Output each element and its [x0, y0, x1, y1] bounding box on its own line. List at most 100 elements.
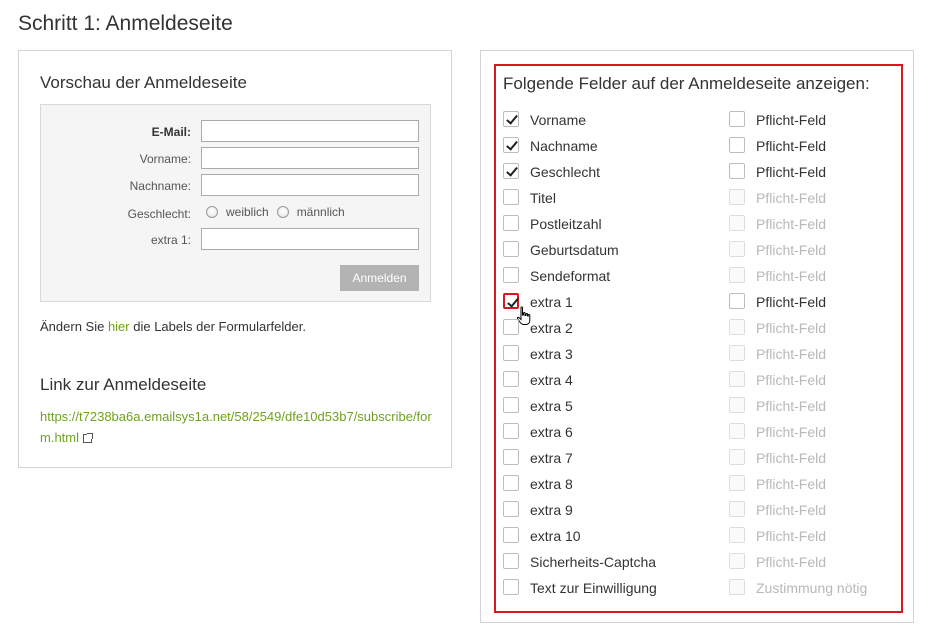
field-row-extra-2: extra 2 Pflicht-Feld [496, 318, 901, 338]
field-label-extra-1: extra 1 [530, 294, 573, 310]
field-label-extra-9: extra 9 [530, 502, 573, 518]
show-checkbox-titel[interactable] [503, 189, 519, 205]
email-label: E-Mail: [151, 125, 191, 139]
field-row-nachname: Nachname Pflicht-Feld [496, 136, 901, 156]
nachname-label: Nachname: [129, 179, 191, 193]
show-checkbox-extra-4[interactable] [503, 371, 519, 387]
show-checkbox-extra-8[interactable] [503, 475, 519, 491]
gender-radio-group: weiblich männlich [206, 205, 353, 219]
show-checkbox-text-zur-einwilligung[interactable] [503, 579, 519, 595]
show-checkbox-vorname[interactable] [503, 111, 519, 127]
nachname-field[interactable] [201, 174, 419, 196]
field-row-geschlecht: Geschlecht Pflicht-Feld [496, 162, 901, 182]
required-checkbox-text-zur-einwilligung [729, 579, 745, 595]
required-checkbox-extra-4 [729, 371, 745, 387]
required-checkbox-extra-2 [729, 319, 745, 335]
show-checkbox-geschlecht[interactable] [503, 163, 519, 179]
field-label-extra-5: extra 5 [530, 398, 573, 414]
show-checkbox-extra-6[interactable] [503, 423, 519, 439]
change-hint-before: Ändern Sie [40, 319, 108, 334]
required-checkbox-vorname[interactable] [729, 111, 745, 127]
fields-heading: Folgende Felder auf der Anmeldeseite anz… [503, 74, 870, 93]
required-label-extra-6: Pflicht-Feld [756, 424, 827, 440]
anmelden-button[interactable]: Anmelden [340, 265, 419, 291]
show-checkbox-extra-5[interactable] [503, 397, 519, 413]
field-label-extra-7: extra 7 [530, 450, 573, 466]
show-checkbox-postleitzahl[interactable] [503, 215, 519, 231]
required-label-extra-1: Pflicht-Feld [756, 294, 827, 310]
vorname-field[interactable] [201, 147, 419, 169]
required-label-extra-10: Pflicht-Feld [756, 528, 827, 544]
page-title: Schritt 1: Anmeldeseite [18, 12, 233, 35]
extra1-label: extra 1: [150, 233, 191, 247]
required-checkbox-postleitzahl [729, 215, 745, 231]
required-label-extra-3: Pflicht-Feld [756, 346, 827, 362]
field-label-extra-3: extra 3 [530, 346, 573, 362]
required-label-geschlecht: Pflicht-Feld [756, 164, 827, 180]
required-checkbox-sicherheits-captcha [729, 553, 745, 569]
required-checkbox-extra-1[interactable] [729, 293, 745, 309]
field-row-titel: Titel Pflicht-Feld [496, 188, 901, 208]
field-label-postleitzahl: Postleitzahl [530, 216, 602, 232]
required-label-geburtsdatum: Pflicht-Feld [756, 242, 827, 258]
field-label-geschlecht: Geschlecht [530, 164, 601, 180]
required-checkbox-geschlecht[interactable] [729, 163, 745, 179]
signup-url-link[interactable]: https://t7238ba6a.emailsys1a.net/58/2549… [40, 406, 435, 448]
field-label-vorname: Vorname [530, 112, 587, 128]
show-checkbox-extra-3[interactable] [503, 345, 519, 361]
fields-highlight-frame: Folgende Felder auf der Anmeldeseite anz… [494, 64, 903, 613]
preview-heading: Vorschau der Anmeldeseite [40, 73, 247, 92]
maennlich-radio[interactable] [276, 206, 289, 218]
field-label-geburtsdatum: Geburtsdatum [530, 242, 619, 258]
email-row: E-Mail: [41, 120, 430, 144]
show-checkbox-sendeformat[interactable] [503, 267, 519, 283]
field-row-extra-6: extra 6 Pflicht-Feld [496, 422, 901, 442]
field-row-extra-1: extra 1 Pflicht-Feld [496, 292, 901, 325]
geschlecht-row: Geschlecht: weiblich männlich [41, 202, 430, 226]
show-checkbox-sicherheits-captcha[interactable] [503, 553, 519, 569]
field-row-extra-5: extra 5 Pflicht-Feld [496, 396, 901, 416]
show-checkbox-nachname[interactable] [503, 137, 519, 153]
required-label-titel: Pflicht-Feld [756, 190, 827, 206]
show-checkbox-extra-9[interactable] [503, 501, 519, 517]
required-label-extra-8: Pflicht-Feld [756, 476, 827, 492]
field-row-extra-7: extra 7 Pflicht-Feld [496, 448, 901, 468]
show-checkbox-extra-7[interactable] [503, 449, 519, 465]
field-label-extra-8: extra 8 [530, 476, 573, 492]
extra1-field[interactable] [201, 228, 419, 250]
required-label-extra-9: Pflicht-Feld [756, 502, 827, 518]
field-row-extra-8: extra 8 Pflicht-Feld [496, 474, 901, 494]
change-labels-link[interactable]: hier [108, 319, 130, 334]
required-checkbox-nachname[interactable] [729, 137, 745, 153]
show-checkbox-geburtsdatum[interactable] [503, 241, 519, 257]
required-label-nachname: Pflicht-Feld [756, 138, 827, 154]
signup-url-text[interactable]: https://t7238ba6a.emailsys1a.net/58/2549… [40, 409, 432, 445]
field-label-extra-2: extra 2 [530, 320, 573, 336]
change-hint-after: die Labels der Formularfelder. [129, 319, 306, 334]
required-label-sendeformat: Pflicht-Feld [756, 268, 827, 284]
required-checkbox-extra-3 [729, 345, 745, 361]
email-field[interactable] [201, 120, 419, 142]
geschlecht-label: Geschlecht: [127, 207, 191, 221]
field-row-postleitzahl: Postleitzahl Pflicht-Feld [496, 214, 901, 234]
maennlich-label: männlich [296, 205, 345, 219]
field-label-sendeformat: Sendeformat [530, 268, 611, 284]
field-label-text-zur-einwilligung: Text zur Einwilligung [530, 580, 657, 596]
weiblich-label: weiblich [226, 205, 269, 219]
field-label-extra-10: extra 10 [530, 528, 581, 544]
show-checkbox-extra-2[interactable] [503, 319, 519, 335]
external-link-icon[interactable] [83, 433, 93, 443]
field-row-vorname: Vorname Pflicht-Feld [496, 110, 901, 130]
field-row-extra-10: extra 10 Pflicht-Feld [496, 526, 901, 546]
field-label-extra-4: extra 4 [530, 372, 573, 388]
weiblich-radio[interactable] [206, 206, 218, 218]
required-label-text-zur-einwilligung: Zustimmung nötig [756, 580, 868, 596]
preview-panel: Vorschau der Anmeldeseite E-Mail: Vornam… [18, 50, 452, 468]
show-checkbox-extra-10[interactable] [503, 527, 519, 543]
required-label-extra-2: Pflicht-Feld [756, 320, 827, 336]
required-checkbox-titel [729, 189, 745, 205]
required-checkbox-extra-6 [729, 423, 745, 439]
required-checkbox-extra-9 [729, 501, 745, 517]
required-label-extra-7: Pflicht-Feld [756, 450, 827, 466]
field-label-sicherheits-captcha: Sicherheits-Captcha [530, 554, 657, 570]
